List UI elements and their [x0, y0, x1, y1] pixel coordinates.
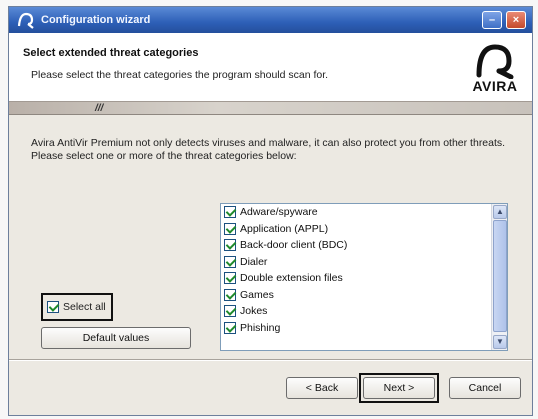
page-subtitle: Please select the threat categories the … [31, 69, 329, 81]
configuration-wizard-window: Configuration wizard – × Select extended… [8, 6, 533, 416]
window-title: Configuration wizard [41, 14, 151, 26]
stripe-mark: /// [95, 103, 104, 114]
back-label: < Back [305, 382, 339, 394]
list-item[interactable]: Dialer [221, 254, 507, 271]
cancel-label: Cancel [468, 382, 502, 394]
checkbox-checked-icon[interactable] [224, 272, 236, 285]
avira-logo: AVIRA [468, 41, 522, 97]
list-item[interactable]: Jokes [221, 303, 507, 320]
close-button[interactable]: × [506, 11, 526, 29]
avira-umbrella-icon [476, 44, 514, 80]
list-item-label: Adware/spyware [240, 206, 318, 219]
threat-categories-list[interactable]: Adware/spyware Application (APPL) Back-d… [220, 203, 508, 351]
default-values-label: Default values [82, 332, 150, 344]
list-item-label: Back-door client (BDC) [240, 239, 348, 252]
header-divider-stripe: /// [9, 101, 532, 115]
list-item-label: Double extension files [240, 272, 343, 285]
next-label: Next > [383, 382, 415, 394]
list-item[interactable]: Back-door client (BDC) [221, 237, 507, 254]
list-item-label: Jokes [240, 305, 268, 318]
checkbox-checked-icon[interactable] [224, 222, 236, 235]
back-button[interactable]: < Back [286, 377, 358, 399]
page-title: Select extended threat categories [23, 47, 199, 59]
footer-separator [9, 359, 532, 361]
checkbox-checked-icon[interactable] [224, 288, 236, 301]
default-values-button[interactable]: Default values [41, 327, 191, 349]
checkbox-checked-icon[interactable] [224, 255, 236, 268]
select-all-label: Select all [63, 301, 106, 313]
checkbox-checked-icon[interactable] [224, 305, 236, 318]
minimize-button[interactable]: – [482, 11, 502, 29]
threat-list-items: Adware/spyware Application (APPL) Back-d… [221, 204, 507, 336]
wizard-content: Avira AntiVir Premium not only detects v… [9, 115, 532, 359]
list-item[interactable]: Games [221, 287, 507, 304]
list-item-label: Phishing [240, 321, 281, 334]
scroll-up-arrow-icon[interactable]: ▲ [493, 205, 507, 219]
wizard-header: Select extended threat categories Please… [9, 33, 532, 101]
list-item-label: Dialer [240, 255, 268, 268]
list-item[interactable]: Phishing [221, 320, 507, 337]
avira-app-icon [17, 11, 35, 29]
checkbox-checked-icon[interactable] [47, 301, 59, 313]
list-item-label: Games [240, 288, 274, 301]
list-item[interactable]: Double extension files [221, 270, 507, 287]
cancel-button[interactable]: Cancel [449, 377, 521, 399]
list-scrollbar[interactable]: ▲ ▼ [491, 204, 507, 350]
title-bar[interactable]: Configuration wizard – × [9, 7, 532, 33]
list-item-label: Application (APPL) [240, 222, 329, 235]
scrollbar-thumb[interactable] [493, 220, 507, 332]
logo-wordmark: AVIRA [472, 78, 518, 94]
checkbox-checked-icon[interactable] [224, 239, 236, 252]
select-all-checkbox[interactable]: Select all [41, 293, 113, 321]
list-item[interactable]: Application (APPL) [221, 221, 507, 238]
next-button[interactable]: Next > [363, 377, 435, 399]
checkbox-checked-icon[interactable] [224, 206, 236, 219]
list-item[interactable]: Adware/spyware [221, 204, 507, 221]
description-text: Avira AntiVir Premium not only detects v… [31, 137, 506, 162]
checkbox-checked-icon[interactable] [224, 321, 236, 334]
scroll-down-arrow-icon[interactable]: ▼ [493, 335, 507, 349]
